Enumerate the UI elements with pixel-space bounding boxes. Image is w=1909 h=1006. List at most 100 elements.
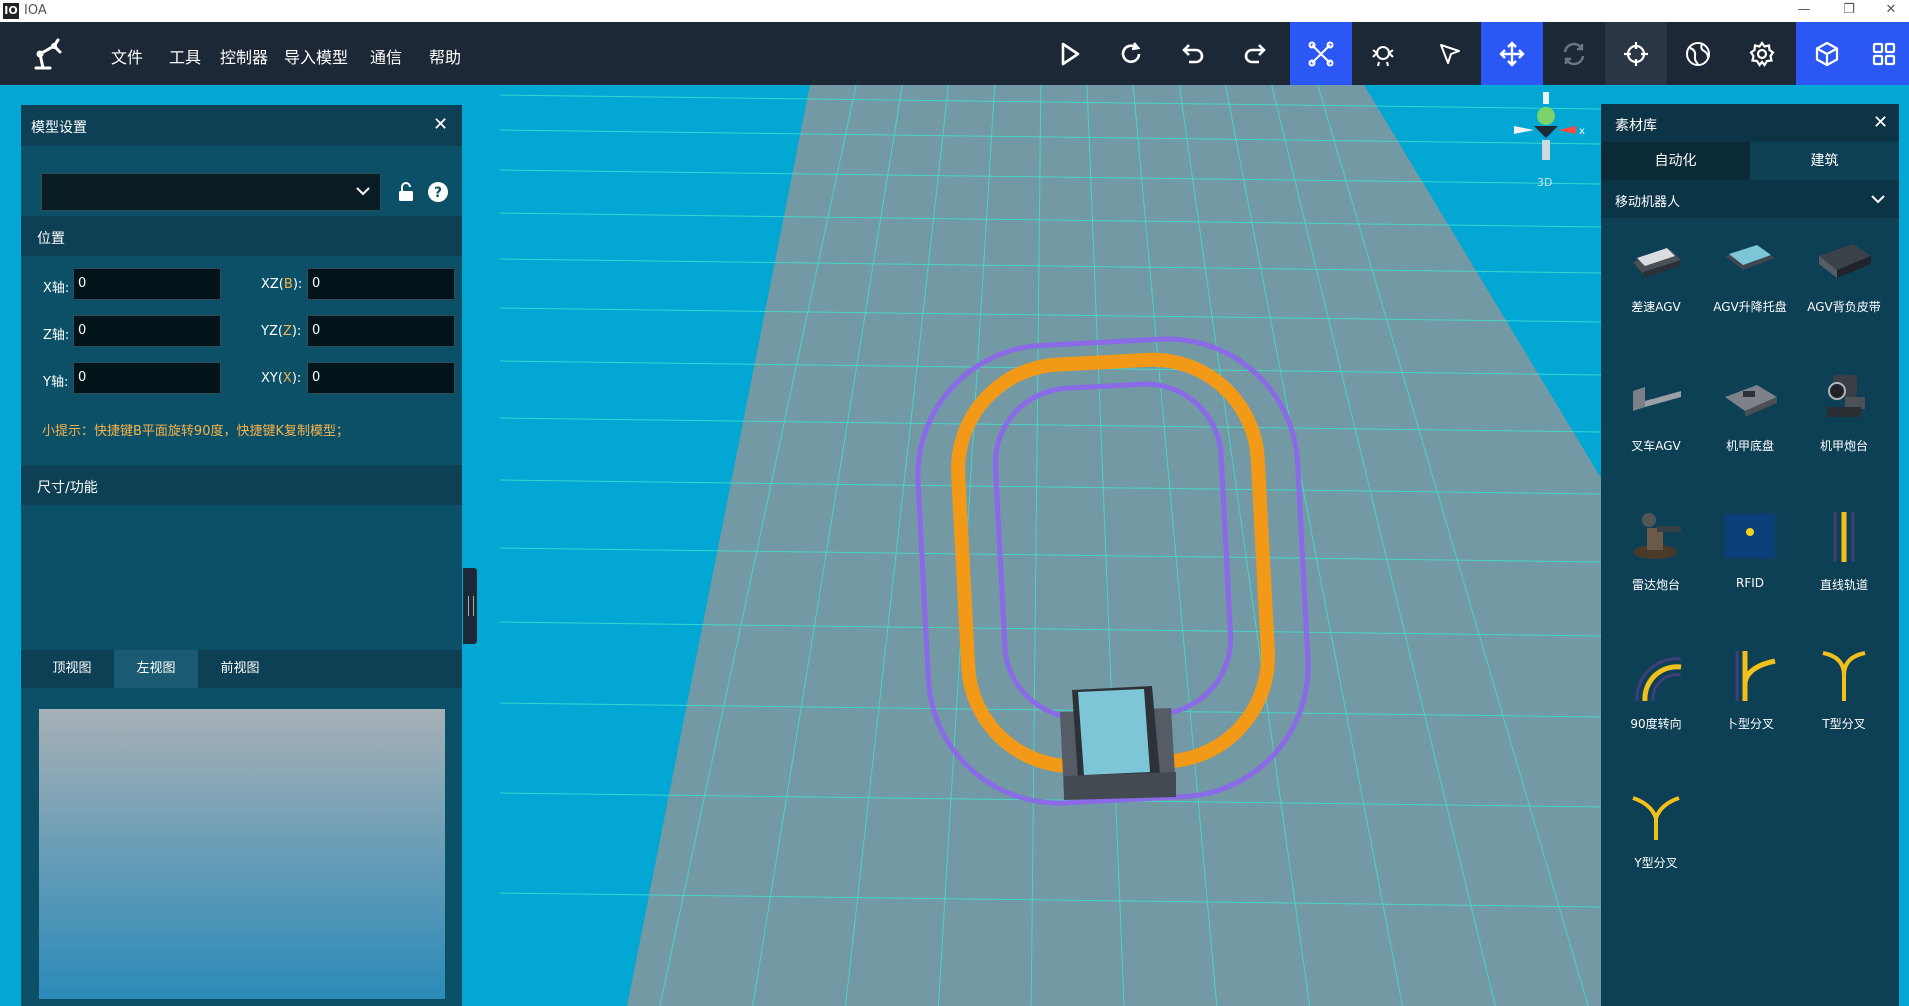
rotate-icon: [1563, 42, 1585, 65]
drone-icon: [1308, 41, 1334, 66]
target-icon: [1624, 41, 1648, 66]
position-section-header: 位置: [21, 216, 462, 256]
redo-button[interactable]: [1224, 22, 1286, 85]
radar-turret-icon: [1633, 513, 1681, 559]
target-button[interactable]: [1605, 22, 1667, 85]
maximize-button[interactable]: ❐: [1831, 0, 1867, 22]
rotate-button[interactable]: [1543, 22, 1605, 85]
agv-belt-icon: [1819, 244, 1871, 278]
panel-title: 模型设置: [31, 120, 87, 136]
chevron-down-icon: [356, 187, 370, 196]
asset-90-turn[interactable]: 90度转向: [1609, 635, 1703, 755]
y-branch-icon: [1632, 796, 1680, 840]
menu-tools[interactable]: 工具: [169, 44, 201, 68]
globe-button[interactable]: [1667, 22, 1729, 85]
close-panel-button[interactable]: ✕: [433, 114, 448, 135]
menu-help[interactable]: 帮助: [429, 44, 461, 68]
play-button[interactable]: [1038, 22, 1100, 85]
model-settings-panel: 模型设置 ✕ ? 位置 X轴: 0 XZ(B): 0 Z轴: 0 YZ(Z): …: [21, 105, 462, 1006]
reset-button[interactable]: [1100, 22, 1162, 85]
xy-rotation-input[interactable]: 0: [307, 362, 455, 394]
asset-mech-turret[interactable]: 机甲炮台: [1797, 357, 1891, 477]
globe-icon: [1686, 41, 1710, 66]
view-mode-label: 3D: [1537, 176, 1553, 189]
diff-agv-icon: [1633, 248, 1681, 278]
undo-icon: [1182, 43, 1204, 63]
pointer-icon: [1440, 43, 1460, 64]
view-tabs: 顶视图 左视图 前视图: [21, 650, 462, 688]
menu-bar: 文件 工具 控制器 导入模型 通信 帮助: [0, 22, 1909, 85]
asset-agv-lift-tray[interactable]: AGV升降托盘: [1703, 218, 1797, 338]
move-icon: [1499, 40, 1525, 67]
svg-text:?: ?: [434, 185, 442, 201]
gear-icon: [1749, 40, 1775, 67]
robot-icon: [1372, 45, 1394, 66]
library-title: 素材库: [1615, 118, 1657, 134]
panel-resize-handle[interactable]: [463, 568, 477, 644]
view-preview: [39, 709, 445, 999]
undo-button[interactable]: [1162, 22, 1224, 85]
tab-front-view[interactable]: 前视图: [198, 650, 282, 688]
asset-mech-chassis[interactable]: 机甲底盘: [1703, 357, 1797, 477]
robot-mode-button[interactable]: [1352, 22, 1414, 85]
yz-rotation-input[interactable]: 0: [307, 315, 455, 347]
90-turn-icon: [1635, 657, 1682, 702]
bu-branch-icon: [1735, 651, 1776, 701]
yz-rotation-label: YZ(Z):: [261, 324, 302, 339]
asset-bu-branch[interactable]: 卜型分叉: [1703, 635, 1797, 755]
asset-rfid[interactable]: RFID: [1703, 496, 1797, 616]
panel-header: 模型设置 ✕: [21, 105, 462, 146]
unlock-icon[interactable]: [396, 181, 416, 203]
category-dropdown[interactable]: 移动机器人: [1601, 180, 1899, 218]
asset-agv-belt[interactable]: AGV背负皮带: [1797, 218, 1891, 338]
category-label: 移动机器人: [1615, 195, 1681, 210]
window-title: IOA: [24, 3, 47, 18]
asset-library-panel: 素材库 ✕ 自动化 建筑 移动机器人 差速AGV AGV升降托盘 AGV背负皮带…: [1601, 104, 1899, 1006]
position-section-title: 位置: [37, 231, 65, 247]
refresh-icon: [1121, 41, 1141, 63]
redo-icon: [1244, 43, 1266, 63]
y-axis-input[interactable]: 0: [73, 362, 221, 394]
menu-file[interactable]: 文件: [111, 44, 143, 68]
asset-diff-agv[interactable]: 差速AGV: [1609, 218, 1703, 338]
tab-building[interactable]: 建筑: [1750, 142, 1899, 180]
tab-automation[interactable]: 自动化: [1601, 142, 1750, 180]
menu-communication[interactable]: 通信: [370, 44, 402, 68]
xy-rotation-label: XY(X):: [261, 371, 302, 386]
layout-button[interactable]: [1858, 22, 1909, 85]
minimize-button[interactable]: —: [1786, 0, 1822, 22]
xz-rotation-input[interactable]: 0: [307, 268, 455, 300]
floor-plane: [627, 85, 1601, 1006]
chevron-down-icon: [1871, 195, 1885, 204]
tab-left-view[interactable]: 左视图: [114, 650, 198, 688]
mech-chassis-icon: [1725, 385, 1777, 417]
move-button[interactable]: [1481, 22, 1543, 85]
tab-top-view[interactable]: 顶视图: [30, 650, 114, 688]
size-function-section-header: 尺寸/功能: [21, 465, 462, 505]
mech-turret-icon: [1827, 375, 1865, 417]
app-logo-icon: IO: [3, 3, 19, 19]
asset-t-branch[interactable]: T型分叉: [1797, 635, 1891, 755]
asset-y-branch[interactable]: Y型分叉: [1609, 774, 1703, 894]
select-button[interactable]: [1419, 22, 1481, 85]
close-window-button[interactable]: ✕: [1873, 0, 1909, 22]
x-axis-input[interactable]: 0: [73, 268, 221, 300]
help-icon[interactable]: ?: [427, 181, 449, 203]
close-library-button[interactable]: ✕: [1873, 112, 1888, 133]
menu-controller[interactable]: 控制器: [220, 44, 268, 68]
cube-icon: [1815, 41, 1839, 66]
asset-straight-track[interactable]: 直线轨道: [1797, 496, 1891, 616]
shortcut-hint: 小提示：快捷键B平面旋转90度，快捷键K复制模型；: [42, 424, 349, 439]
asset-radar-turret[interactable]: 雷达炮台: [1609, 496, 1703, 616]
y-axis-label: Y轴:: [43, 375, 69, 390]
asset-forklift-agv[interactable]: 叉车AGV: [1609, 357, 1703, 477]
straight-track-icon: [1833, 512, 1855, 562]
z-axis-input[interactable]: 0: [73, 315, 221, 347]
model-select[interactable]: [41, 173, 381, 211]
drone-mode-button[interactable]: [1290, 22, 1352, 85]
settings-button[interactable]: [1731, 22, 1793, 85]
orientation-gizmo[interactable]: x: [1506, 90, 1586, 190]
menu-import-model[interactable]: 导入模型: [284, 44, 348, 68]
title-bar: IO IOA — ❐ ✕: [0, 0, 1909, 22]
model-button[interactable]: [1796, 22, 1858, 85]
